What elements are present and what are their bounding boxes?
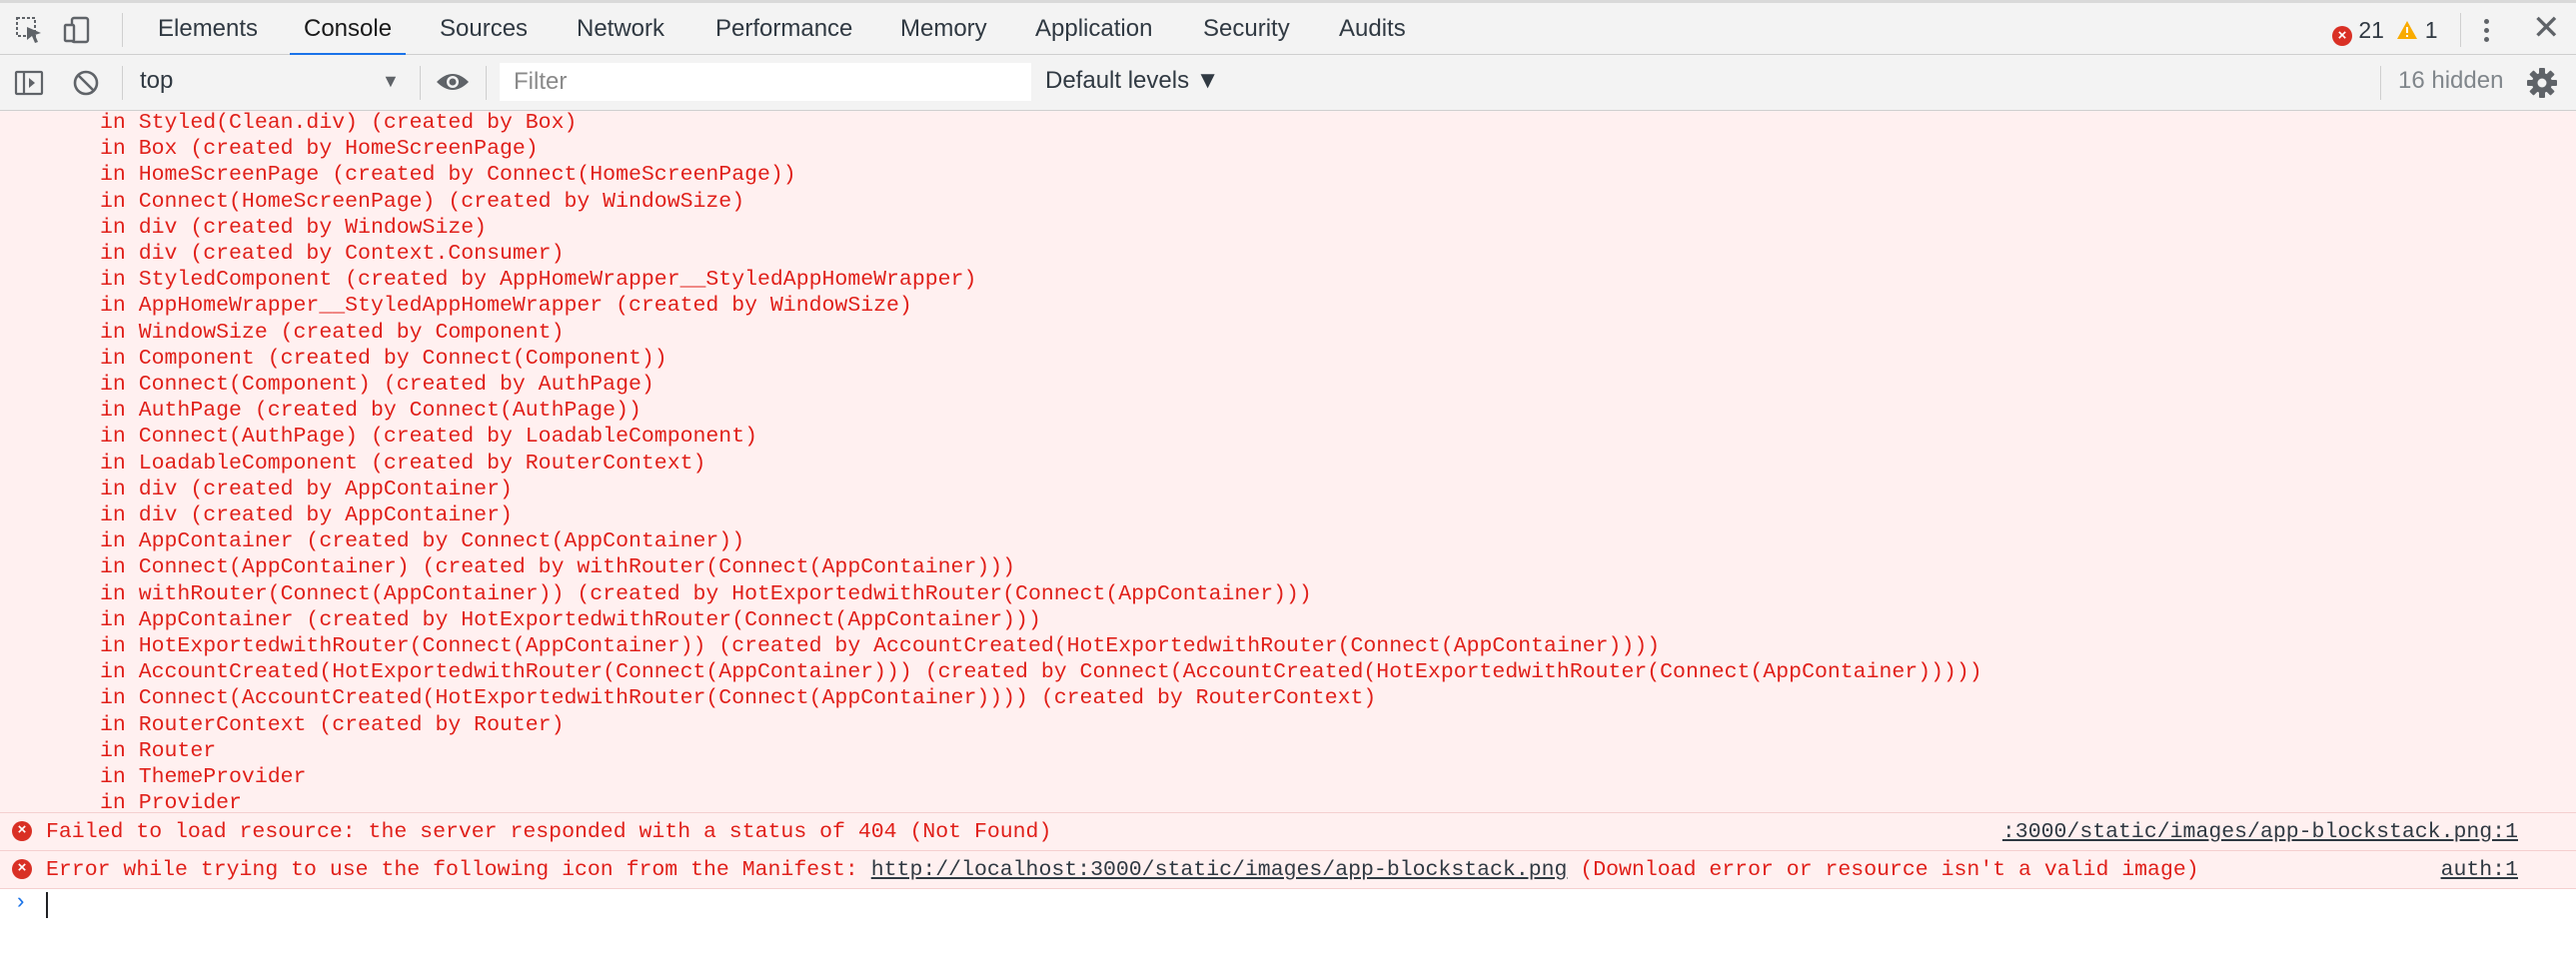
tab-network[interactable]: Network	[577, 3, 664, 55]
error-count: 21	[2358, 17, 2384, 43]
devtools-tab-bar: Elements Console Sources Network Perform…	[0, 0, 2576, 56]
stack-trace-line: in HomeScreenPage (created by Connect(Ho…	[100, 163, 796, 188]
tab-security[interactable]: Security	[1203, 3, 1290, 55]
stack-trace-line: in AppContainer (created by Connect(AppC…	[100, 529, 745, 554]
toolbar-divider	[420, 66, 421, 100]
stack-trace-line: in AppContainer (created by HotExportedw…	[100, 607, 1041, 632]
warning-icon	[2397, 21, 2418, 39]
tab-sources[interactable]: Sources	[440, 3, 528, 55]
manifest-icon-url-link[interactable]: http://localhost:3000/static/images/app-…	[871, 858, 1568, 882]
stack-trace-line: in WindowSize (created by Component)	[100, 320, 565, 345]
console-output[interactable]: in Styled(Clean.div) (created by Box) in …	[0, 111, 2576, 957]
device-toolbar-icon[interactable]	[62, 15, 92, 45]
stack-trace-line: in Component (created by Connect(Compone…	[100, 346, 667, 371]
toolbar-divider	[486, 66, 487, 100]
stack-trace-line: in LoadableComponent (created by RouterC…	[100, 451, 706, 476]
error-icon: ×	[12, 859, 32, 879]
tab-elements[interactable]: Elements	[158, 3, 258, 55]
stack-trace-line: in HotExportedwithRouter(Connect(AppCont…	[100, 634, 1661, 658]
stack-trace-line: in AppHomeWrapper__StyledAppHomeWrapper …	[100, 294, 912, 319]
stack-trace-line: in Connect(AppContainer) (created by wit…	[100, 555, 1016, 580]
error-icon: ×	[2332, 26, 2352, 46]
toolbar-divider	[2460, 13, 2461, 47]
prompt-chevron-icon: ›	[14, 890, 28, 915]
tab-console[interactable]: Console	[289, 3, 407, 56]
message-text: Error while trying to use the following …	[46, 857, 2199, 883]
stack-trace-line: in Connect(AccountCreated(HotExportedwit…	[100, 686, 1377, 711]
context-selector[interactable]: top	[140, 67, 173, 95]
message-source-link[interactable]: auth:1	[2441, 857, 2518, 883]
filter-input[interactable]	[500, 63, 1031, 101]
stack-trace-line: in Connect(HomeScreenPage) (created by W…	[100, 189, 745, 214]
message-text: Failed to load resource: the server resp…	[46, 820, 1052, 844]
console-error-message: × Error while trying to use the followin…	[0, 851, 2576, 889]
stack-trace-line: in StyledComponent (created by AppHomeWr…	[100, 268, 977, 293]
stack-trace-line: in ThemeProvider	[100, 765, 307, 789]
stack-trace-line: in Styled(Clean.div) (created by Box)	[100, 111, 578, 135]
more-options-icon[interactable]	[2482, 17, 2490, 45]
inspect-element-icon[interactable]	[14, 15, 44, 45]
stack-trace-line: in AuthPage (created by Connect(AuthPage…	[100, 399, 642, 424]
stack-trace-line: in Router	[100, 738, 217, 763]
text-cursor	[46, 892, 48, 918]
error-stack-trace: in Styled(Clean.div) (created by Box) in …	[0, 111, 2576, 815]
issue-counter[interactable]: × 21 1	[2332, 17, 2438, 46]
error-icon: ×	[12, 821, 32, 841]
tab-audits[interactable]: Audits	[1339, 3, 1406, 55]
stack-trace-line: in withRouter(Connect(AppContainer)) (cr…	[100, 581, 1312, 606]
clear-console-icon[interactable]	[72, 69, 100, 97]
console-error-message: × Failed to load resource: the server re…	[0, 813, 2576, 851]
gear-icon[interactable]	[2526, 67, 2558, 99]
stack-trace-line: in AccountCreated(HotExportedwithRouter(…	[100, 660, 1982, 685]
console-prompt[interactable]: ›	[0, 888, 2576, 922]
stack-trace-line: in div (created by AppContainer)	[100, 503, 513, 527]
hidden-messages-count: 16 hidden	[2398, 67, 2504, 94]
toolbar-divider	[2380, 66, 2381, 100]
stack-trace-line: in RouterContext (created by Router)	[100, 712, 565, 737]
stack-trace-line: in Connect(AuthPage) (created by Loadabl…	[100, 425, 758, 450]
stack-trace-line: in div (created by Context.Consumer)	[100, 242, 565, 266]
stack-trace-line: in Box (created by HomeScreenPage)	[100, 137, 539, 162]
message-text-suffix: (Download error or resource isn't a vali…	[1567, 858, 2199, 882]
tab-performance[interactable]: Performance	[715, 3, 852, 55]
stack-trace-line: in div (created by AppContainer)	[100, 477, 513, 501]
toolbar-divider	[122, 13, 123, 47]
tab-application[interactable]: Application	[1035, 3, 1152, 55]
log-levels-dropdown[interactable]: Default levels ▼	[1045, 67, 1220, 95]
toolbar-divider	[122, 66, 123, 100]
tab-memory[interactable]: Memory	[900, 3, 987, 55]
chevron-down-icon[interactable]: ▼	[382, 71, 400, 92]
message-source-link[interactable]: :3000/static/images/app-blockstack.png:1	[2002, 819, 2518, 845]
show-sidebar-icon[interactable]	[14, 69, 44, 97]
message-text-prefix: Error while trying to use the following …	[46, 858, 871, 882]
close-icon[interactable]: ✕	[2532, 11, 2561, 45]
live-expression-eye-icon[interactable]	[436, 71, 470, 93]
console-toolbar: top ▼ Default levels ▼ 16 hidden	[0, 55, 2576, 111]
stack-trace-line: in div (created by WindowSize)	[100, 215, 488, 240]
stack-trace-line: in Connect(Component) (created by AuthPa…	[100, 373, 654, 397]
warning-count: 1	[2424, 17, 2438, 43]
